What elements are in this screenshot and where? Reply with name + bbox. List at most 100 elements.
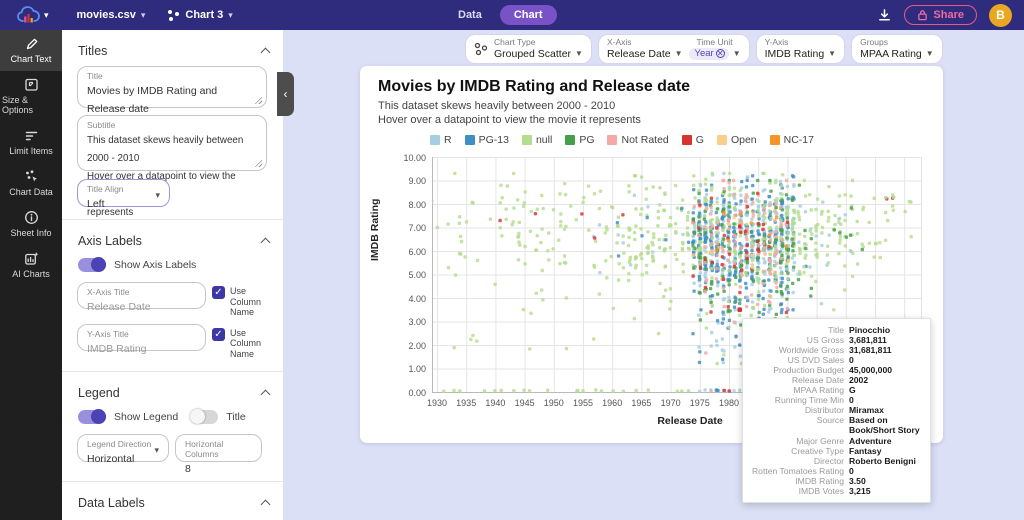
scatter-point[interactable] (738, 314, 741, 317)
scatter-point[interactable] (593, 265, 596, 268)
scatter-point[interactable] (524, 190, 527, 193)
scatter-point[interactable] (686, 215, 689, 218)
legend-item-not-rated[interactable]: Not Rated (607, 134, 668, 146)
scatter-point[interactable] (663, 193, 666, 196)
scatter-point[interactable] (761, 228, 764, 231)
scatter-point[interactable] (446, 222, 449, 225)
scatter-point[interactable] (785, 236, 788, 239)
scatter-point[interactable] (738, 218, 741, 221)
scatter-point[interactable] (715, 388, 718, 391)
scatter-point[interactable] (738, 279, 741, 282)
scatter-point[interactable] (646, 247, 649, 250)
scatter-point[interactable] (774, 230, 777, 233)
scatter-point[interactable] (692, 290, 695, 293)
scatter-point[interactable] (564, 193, 567, 196)
scatter-point[interactable] (716, 260, 719, 263)
scatter-point[interactable] (722, 361, 725, 364)
scatter-point[interactable] (780, 311, 783, 314)
legend-title-toggle[interactable] (190, 410, 218, 424)
scatter-point[interactable] (581, 201, 584, 204)
scatter-point[interactable] (505, 207, 508, 210)
scatter-point[interactable] (774, 181, 777, 184)
scatter-point[interactable] (541, 298, 544, 301)
scatter-point[interactable] (692, 218, 695, 221)
scatter-point[interactable] (716, 197, 719, 200)
scatter-point[interactable] (844, 213, 847, 216)
x-axis-title-input[interactable]: X-Axis Title Release Date (77, 282, 206, 309)
scatter-point[interactable] (886, 219, 889, 222)
scatter-point[interactable] (454, 273, 457, 276)
scatter-point[interactable] (721, 255, 724, 258)
scatter-point[interactable] (775, 290, 778, 293)
scatter-point[interactable] (746, 261, 749, 264)
scatter-point[interactable] (517, 258, 520, 261)
scatter-point[interactable] (727, 244, 730, 247)
scatter-point[interactable] (763, 211, 766, 214)
scatter-point[interactable] (738, 298, 741, 301)
scatter-point[interactable] (721, 348, 724, 351)
scatter-point[interactable] (705, 207, 708, 210)
scatter-point[interactable] (722, 298, 725, 301)
scatter-point[interactable] (816, 223, 819, 226)
scatter-point[interactable] (732, 389, 735, 392)
scatter-point[interactable] (698, 390, 701, 393)
scatter-point[interactable] (761, 282, 764, 285)
scatter-point[interactable] (751, 278, 754, 281)
scatter-point[interactable] (716, 207, 719, 210)
scatter-point[interactable] (797, 241, 800, 244)
scatter-point[interactable] (845, 236, 848, 239)
show-axis-labels-toggle[interactable] (78, 258, 106, 272)
scatter-point[interactable] (633, 238, 636, 241)
scatter-point[interactable] (745, 185, 748, 188)
scatter-point[interactable] (604, 231, 607, 234)
scatter-point[interactable] (738, 389, 741, 392)
scatter-point[interactable] (856, 220, 859, 223)
scatter-point[interactable] (680, 207, 683, 210)
scatter-point[interactable] (792, 209, 795, 212)
scatter-point[interactable] (645, 198, 648, 201)
scatter-point[interactable] (738, 291, 741, 294)
scatter-point[interactable] (704, 240, 707, 243)
scatter-point[interactable] (775, 197, 778, 200)
scatter-point[interactable] (512, 206, 515, 209)
scatter-point[interactable] (728, 253, 731, 256)
legend-item-g[interactable]: G (682, 134, 704, 146)
scatter-point[interactable] (483, 389, 486, 392)
scatter-point[interactable] (715, 267, 718, 270)
scatter-point[interactable] (828, 234, 831, 237)
scatter-point[interactable] (775, 262, 778, 265)
scatter-point[interactable] (796, 273, 799, 276)
scatter-point[interactable] (733, 246, 736, 249)
scatter-point[interactable] (757, 294, 760, 297)
scatter-point[interactable] (698, 275, 701, 278)
scatter-point[interactable] (460, 240, 463, 243)
scatter-point[interactable] (722, 353, 725, 356)
scatter-point[interactable] (703, 225, 706, 228)
scatter-point[interactable] (687, 247, 690, 250)
scatter-point[interactable] (618, 262, 621, 265)
download-icon[interactable] (877, 8, 892, 23)
scatter-point[interactable] (775, 313, 778, 316)
scatter-point[interactable] (780, 214, 783, 217)
scatter-point[interactable] (699, 266, 702, 269)
scatter-point[interactable] (699, 318, 702, 321)
scatter-point[interactable] (779, 206, 782, 209)
scatter-point[interactable] (722, 172, 725, 175)
scatter-point[interactable] (722, 237, 725, 240)
scatter-point[interactable] (629, 263, 632, 266)
scatter-point[interactable] (669, 246, 672, 249)
scatter-point[interactable] (704, 286, 707, 289)
scatter-point[interactable] (726, 214, 729, 217)
scatter-point[interactable] (540, 194, 543, 197)
scatter-point[interactable] (792, 222, 795, 225)
scatter-point[interactable] (750, 293, 753, 296)
scatter-point[interactable] (692, 174, 695, 177)
scatter-point[interactable] (769, 295, 772, 298)
scatter-point[interactable] (505, 218, 508, 221)
scatter-point[interactable] (733, 206, 736, 209)
share-button[interactable]: Share (904, 5, 977, 25)
scatter-point[interactable] (838, 231, 841, 234)
scatter-point[interactable] (763, 252, 766, 255)
scatter-point[interactable] (763, 304, 766, 307)
scatter-point[interactable] (757, 209, 760, 212)
